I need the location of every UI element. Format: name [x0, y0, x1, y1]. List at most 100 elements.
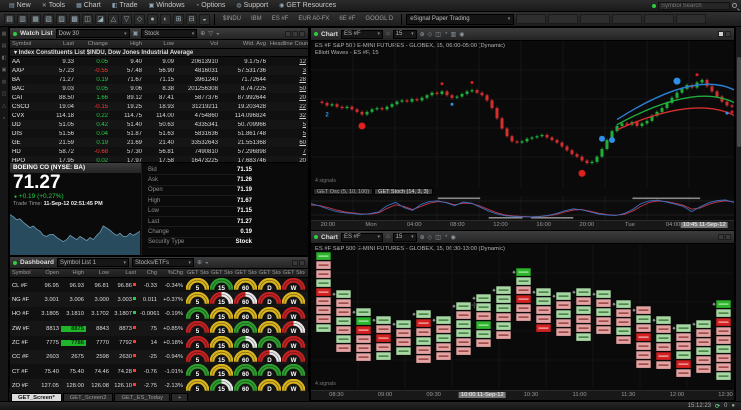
dashboard-column-headers[interactable]: SymbolOpenHighLowLastChg%ChgGET StochGET…	[10, 269, 308, 278]
toolbar-icon-2[interactable]: ▦	[30, 14, 41, 25]
watchlist-tab[interactable]: Watch List	[20, 30, 53, 37]
watchlist-group-row[interactable]: ▾ Index Constituents List $INDU, Dow Jon…	[10, 49, 308, 57]
symbol-shortcut-eur-a0-fx[interactable]: EUR A0-FX	[294, 14, 333, 25]
chart-symbol-input[interactable]: ES #F▾	[341, 233, 383, 242]
menu-item-trade[interactable]: ◧Trade	[107, 0, 143, 12]
oscillator-pane[interactable]	[311, 196, 734, 220]
indicator-icon[interactable]: ◫	[435, 234, 441, 241]
close-button[interactable]	[299, 31, 305, 37]
toolbar-icon-10[interactable]: ◇	[134, 14, 145, 25]
watchlist-row-csco[interactable]: CSCO19.04-0.1519.2518.933121921119.20342…	[10, 102, 308, 111]
column-header[interactable]: Headline Count	[268, 41, 308, 47]
price-box-chart[interactable]: ✛	[311, 244, 734, 388]
dashboard-row-cc-f[interactable]: CC #F2603267525982630-25-0.94%51560DW	[10, 350, 308, 364]
symbol-shortcut-6e-f[interactable]: 6E #F	[335, 14, 359, 25]
column-header-get-stoch[interactable]: GET Stoch	[257, 270, 281, 276]
column-header[interactable]: Vol	[176, 41, 220, 47]
zoom-icon[interactable]: ◔	[444, 31, 448, 37]
maximize-button[interactable]	[718, 31, 724, 37]
column-header[interactable]: %Chg	[159, 270, 185, 276]
cell-headline-count[interactable]: 5	[268, 122, 308, 128]
dashboard-row-zw-f[interactable]: ZW #F881388758843887375+0.85%51560DW	[10, 321, 308, 335]
minimize-button[interactable]	[285, 31, 291, 37]
account-button-0[interactable]	[516, 14, 546, 24]
strip-chart-icon[interactable]: ▦	[2, 31, 7, 37]
watchlist-row-aa[interactable]: AA9.330.059.409.09206139109.1757612	[10, 57, 308, 66]
minimize-button[interactable]	[292, 260, 298, 266]
account-button-5[interactable]	[676, 14, 706, 24]
toolbar-icon-6[interactable]: ◫	[82, 14, 93, 25]
watchlist-row-cvx[interactable]: CVX114.180.22114.75114.004754860114.0968…	[10, 111, 308, 120]
dashboard-row-ct-f[interactable]: CT #F75.4075.4074.4674.28-0.76-1.01%5156…	[10, 364, 308, 378]
cell-headline-count[interactable]: 7	[268, 149, 308, 155]
symbol-shortcut-es-f[interactable]: ES #F	[268, 14, 293, 25]
print-icon[interactable]: ▥	[451, 31, 457, 38]
strip-scan-icon[interactable]: ◍	[2, 79, 6, 85]
cell-headline-count[interactable]: 20	[268, 95, 308, 101]
column-header-get-stoch[interactable]: GET Stoch	[209, 270, 233, 276]
chart-tab[interactable]: Chart	[321, 234, 338, 241]
draw-icon[interactable]: ◇	[428, 31, 433, 38]
watchlist-row-axp[interactable]: AXP57.23-0.5557.4856.90481603157.5317363	[10, 66, 308, 75]
column-header-get-stoch[interactable]: GET Stoch	[185, 270, 209, 276]
watchlist-row-cat[interactable]: CAT88.501.6689.1287.41587737687.99264420	[10, 93, 308, 102]
column-header[interactable]: Open	[36, 270, 61, 276]
menu-item-chart[interactable]: ▦Chart	[71, 0, 106, 12]
toolbar-icon-0[interactable]: ▤	[4, 14, 15, 25]
dashboard-row-cl-f[interactable]: CL #F96.9596.9396.8196.86-0.33-0.34%5156…	[10, 278, 308, 292]
account-button-2[interactable]	[580, 14, 610, 24]
account-button-1[interactable]	[548, 14, 578, 24]
cell-headline-count[interactable]: 5	[268, 131, 308, 137]
symbol-search-input[interactable]	[658, 2, 730, 10]
scrollbar-thumb[interactable]	[737, 57, 741, 147]
left-icon-strip[interactable]: ▦ ▤ ◧ ▣ ◍ ◫ △ ◒	[0, 27, 9, 401]
toolbar-icon-5[interactable]: ▩	[69, 14, 80, 25]
home-icon[interactable]: ⌂	[386, 234, 390, 240]
add-page-tab[interactable]: +	[171, 393, 188, 401]
close-button[interactable]	[299, 260, 305, 266]
cell-headline-count[interactable]: 12	[268, 59, 308, 65]
toolbar-icon-15[interactable]: ◒	[199, 14, 210, 25]
camera-icon[interactable]: ◉	[459, 31, 464, 38]
account-button-4[interactable]	[644, 14, 674, 24]
chart-interval-input[interactable]: 15▾	[393, 30, 417, 39]
refresh-icon[interactable]: ⟳	[715, 403, 720, 410]
watchlist-row-bac[interactable]: BAC9.030.059.068.382012563088.74722550	[10, 84, 308, 93]
column-header[interactable]: Last	[44, 41, 76, 47]
draw-icon[interactable]: ◇	[428, 234, 433, 241]
zoom-icon[interactable]: ◔	[444, 234, 448, 240]
symbol-shortcut-ibm[interactable]: IBM	[247, 14, 266, 25]
column-header[interactable]: High	[61, 270, 86, 276]
cell-headline-count[interactable]: 3	[268, 68, 308, 74]
lock-icon[interactable]: ▣	[133, 30, 139, 37]
dashboard-row-ng-f[interactable]: NG #F3.0013.0063.0003.0030.011+0.37%5156…	[10, 292, 308, 306]
menu-item-options[interactable]: ◔Options	[191, 0, 231, 12]
top-chart-time-axis[interactable]: 20:00Mon04:0008:0012:0016:0020:00Tue04:0…	[311, 220, 734, 230]
maximize-button[interactable]	[292, 31, 298, 37]
chart-symbol-input[interactable]: ES #F▾	[341, 30, 383, 39]
toolbar-icon-1[interactable]: ▥	[17, 14, 28, 25]
column-header[interactable]: Wtd. Avg	[220, 41, 268, 47]
menu-item-tools[interactable]: ✕Tools	[37, 0, 70, 12]
column-header[interactable]: Low	[86, 270, 111, 276]
toolbar-icon-14[interactable]: ⊟	[186, 14, 197, 25]
menu-item-windows[interactable]: ▣Windows	[144, 0, 190, 12]
dashboard-type-combo[interactable]: Stocks/ETFs▾	[132, 258, 194, 267]
column-header[interactable]: Symbol	[10, 41, 44, 47]
column-header[interactable]: Symbol	[10, 270, 36, 276]
indicator-icon[interactable]: ◫	[435, 31, 441, 38]
toolbar-icon-4[interactable]: ▨	[56, 14, 67, 25]
strip-news-icon[interactable]: ▣	[2, 67, 7, 73]
toolbar-icon-7[interactable]: ◪	[95, 14, 106, 25]
page-tab-get-screen2[interactable]: GET_Screen2	[63, 393, 114, 401]
search-icon[interactable]	[732, 3, 737, 8]
camera-icon[interactable]: ◉	[451, 234, 456, 241]
watchlist-column-headers[interactable]: SymbolLastChangeHighLowVolWtd. AvgHeadli…	[10, 40, 308, 49]
close-button[interactable]	[725, 31, 731, 37]
menu-item-new[interactable]: ▤New	[4, 0, 36, 12]
dashboard-list-combo[interactable]: Symbol List 1▾	[57, 258, 129, 267]
crosshair-icon[interactable]: ⊕	[420, 31, 425, 38]
watchlist-row-hd[interactable]: HD58.72-0.6857.3056.81749081057.2968987	[10, 147, 308, 156]
column-header[interactable]: Change	[76, 41, 110, 47]
symbol-shortcut-googl-d[interactable]: GOOGL D	[361, 14, 397, 25]
